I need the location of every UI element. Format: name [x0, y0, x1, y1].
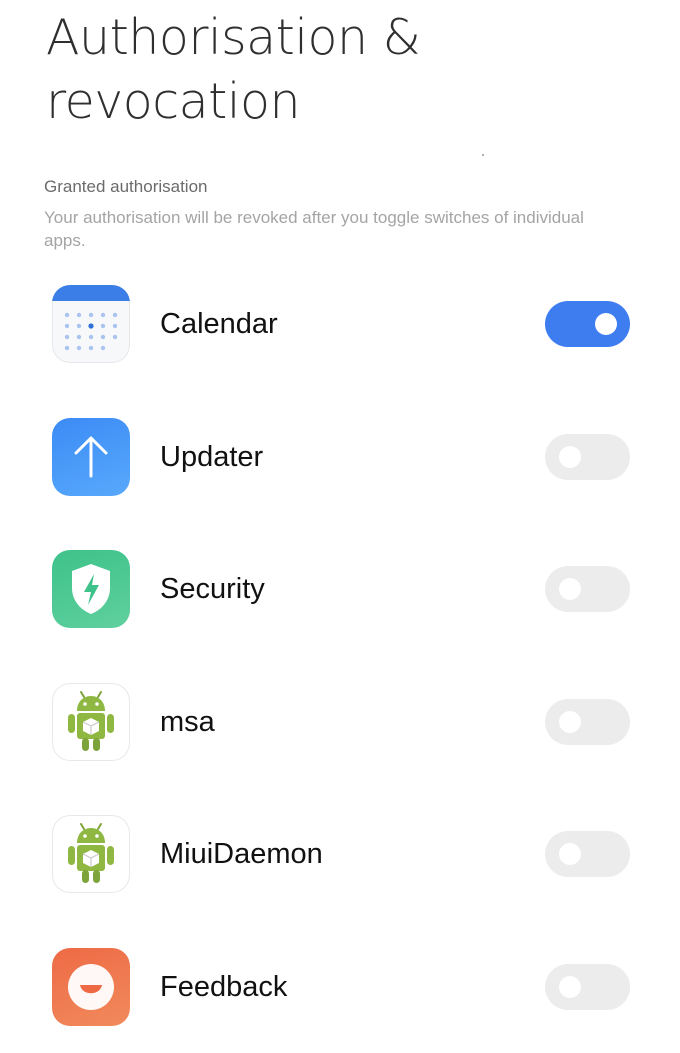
app-row-msa[interactable]: msa: [0, 656, 680, 789]
android-icon: [52, 683, 130, 761]
page-title: Authorisation & revocation: [46, 6, 606, 134]
decorative-dot: [482, 154, 484, 156]
toggle-knob: [559, 843, 581, 865]
app-row-feedback[interactable]: Feedback: [0, 921, 680, 1053]
app-name: MiuiDaemon: [160, 836, 323, 872]
section-description: Your authorisation will be revoked after…: [44, 206, 604, 252]
toggle-knob: [559, 711, 581, 733]
app-row-calendar[interactable]: Calendar: [0, 258, 680, 391]
app-name: Updater: [160, 439, 263, 475]
app-name: msa: [160, 704, 215, 740]
toggle-knob: [559, 446, 581, 468]
toggle-knob: [559, 578, 581, 600]
app-name: Feedback: [160, 969, 287, 1005]
app-name: Security: [160, 571, 265, 607]
miuidaemon-toggle[interactable]: [545, 831, 630, 877]
section-header: Granted authorisation: [44, 177, 208, 197]
android-icon: [52, 815, 130, 893]
feedback-toggle[interactable]: [545, 964, 630, 1010]
app-row-miuidaemon[interactable]: MiuiDaemon: [0, 788, 680, 921]
calendar-icon: [52, 285, 130, 363]
app-name: Calendar: [160, 306, 278, 342]
security-icon: [52, 550, 130, 628]
security-toggle[interactable]: [545, 566, 630, 612]
toggle-knob: [595, 313, 617, 335]
updater-toggle[interactable]: [545, 434, 630, 480]
app-list: Calendar Updater Security: [0, 258, 680, 1053]
updater-icon: [52, 418, 130, 496]
toggle-knob: [559, 976, 581, 998]
app-row-security[interactable]: Security: [0, 523, 680, 656]
feedback-icon: [52, 948, 130, 1026]
msa-toggle[interactable]: [545, 699, 630, 745]
calendar-toggle[interactable]: [545, 301, 630, 347]
app-row-updater[interactable]: Updater: [0, 391, 680, 524]
